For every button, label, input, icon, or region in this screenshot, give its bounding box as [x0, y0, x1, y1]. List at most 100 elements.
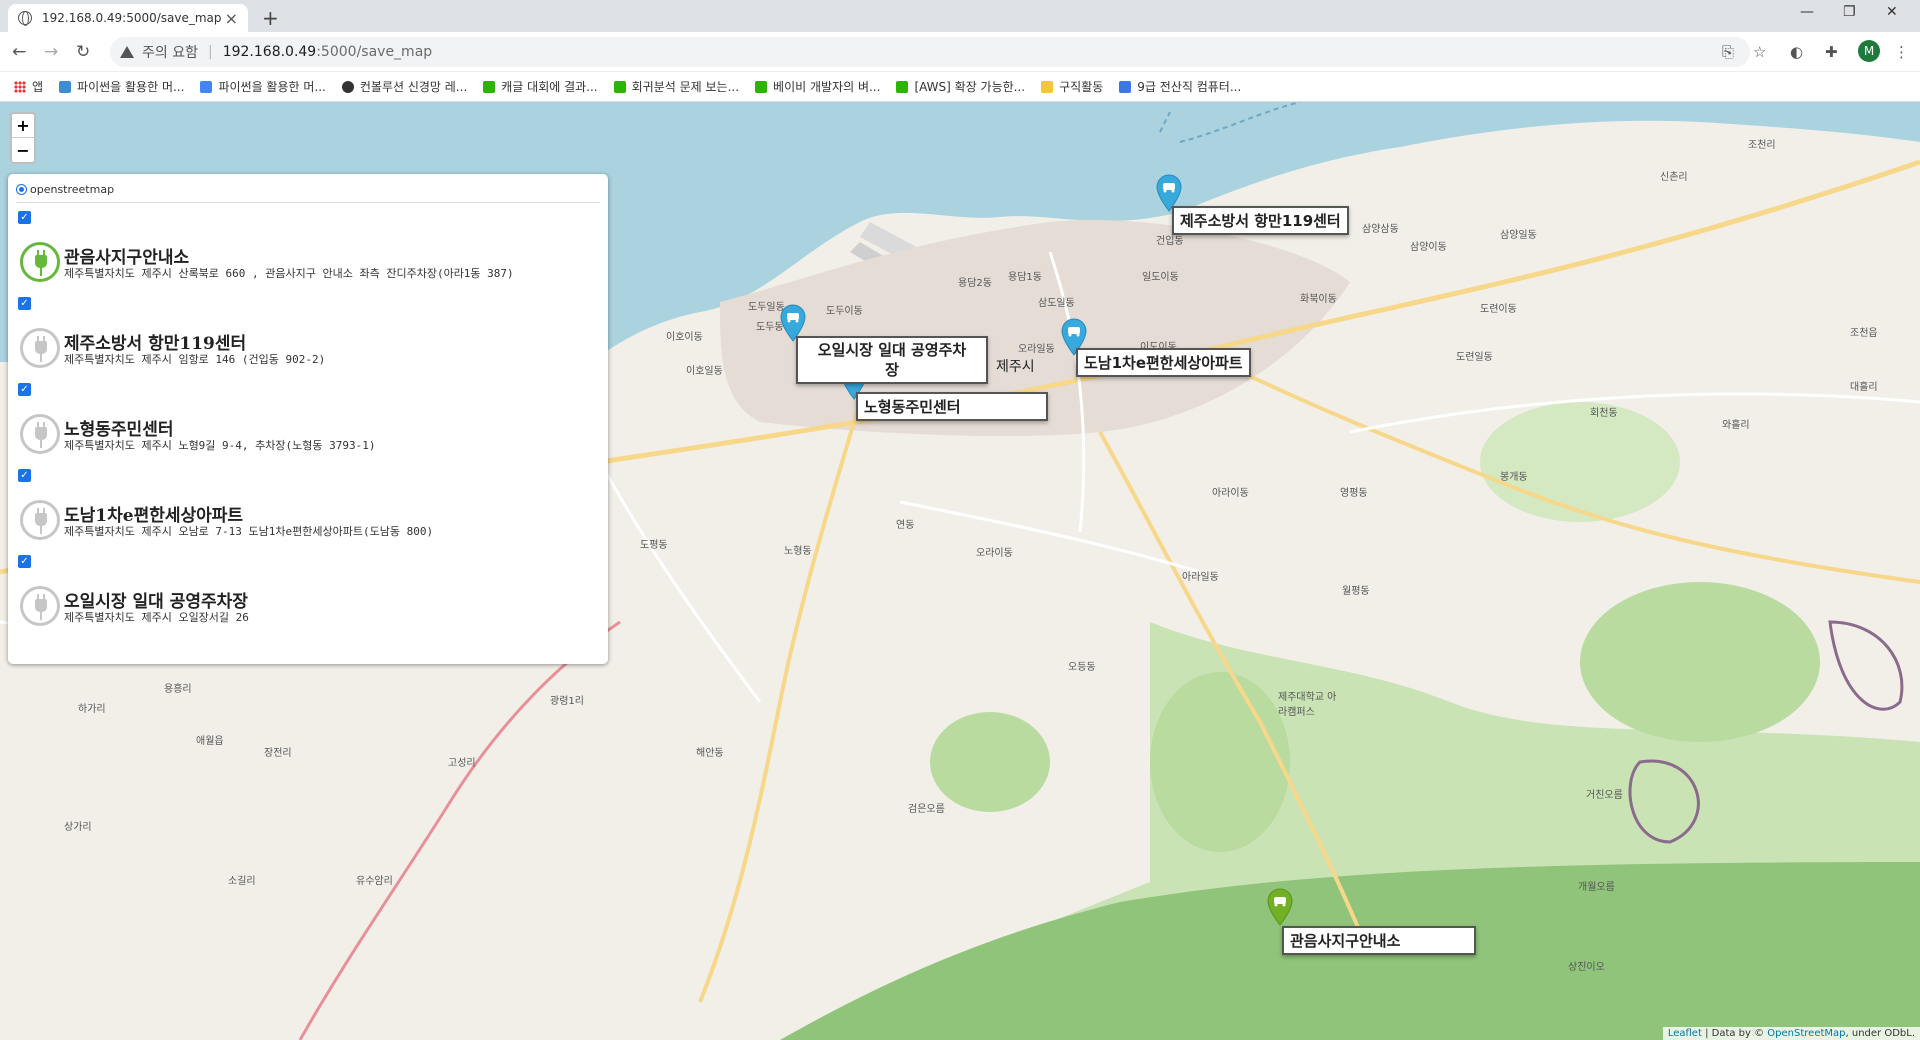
naver-blog-icon	[483, 80, 496, 93]
close-icon[interactable]: ×	[225, 9, 238, 28]
overlay-checkbox[interactable]: ✓	[18, 469, 31, 482]
bookmark-item[interactable]: 파이썬을 활용한 머...	[59, 78, 184, 95]
place-label: 이호이동	[666, 332, 703, 343]
osm-link[interactable]: OpenStreetMap	[1767, 1028, 1845, 1039]
overlay-address: 제주특별자치도 제주시 오남로 7-13 도남1차e편한세상아파트(도남동 80…	[64, 525, 434, 538]
place-label: 제주대학교 아라캠퍼스	[1278, 692, 1337, 718]
overlay-entry[interactable]: ✓ 관음사지구안내소 제주특별자치도 제주시 산록북로 660 , 관음사지구 …	[16, 209, 600, 295]
place-label: 용흥리	[164, 684, 192, 695]
ev-plug-icon	[20, 500, 60, 540]
reload-icon[interactable]: ↻	[76, 42, 90, 62]
window-close-icon[interactable]: ✕	[1886, 4, 1898, 20]
tab-strip: 192.168.0.49:5000/save_map × + — ❐ ✕	[0, 0, 1920, 32]
bookmark-item[interactable]: 베이비 개발자의 벼...	[755, 78, 880, 95]
place-label: 조천읍	[1850, 328, 1878, 339]
place-label: 제주시	[996, 359, 1035, 375]
place-label: 삼양일동	[1500, 230, 1537, 241]
new-tab-button[interactable]: +	[262, 6, 279, 30]
place-label: 노형동	[784, 546, 812, 557]
menu-icon[interactable]: ⋮	[1894, 43, 1909, 61]
overlay-checkbox[interactable]: ✓	[18, 383, 31, 396]
separator: |	[207, 44, 213, 60]
place-label: 이호일동	[686, 366, 723, 377]
url-host: 192.168.0.49	[222, 44, 317, 60]
place-label: 회천동	[1590, 408, 1618, 419]
bookmark-apps[interactable]: 앱	[14, 78, 43, 95]
car-marker-icon[interactable]	[1266, 888, 1294, 926]
ev-plug-icon	[20, 242, 60, 282]
place-label: 도련일동	[1456, 352, 1493, 363]
place-label: 용담2동	[958, 278, 992, 289]
star-icon[interactable]: ☆	[1753, 43, 1766, 61]
folder-icon	[1041, 80, 1054, 93]
place-label: 도평동	[640, 540, 668, 551]
back-icon[interactable]: ←	[12, 42, 26, 62]
map-attribution: Leaflet | Data by © OpenStreetMap, under…	[1662, 1027, 1920, 1040]
translate-icon[interactable]: ⎘	[1722, 43, 1734, 61]
place-label: 소길리	[228, 876, 256, 887]
ev-plug-icon	[20, 328, 60, 368]
place-label: 고성리	[448, 758, 476, 769]
bookmarks-bar: 앱 파이썬을 활용한 머... 파이썬을 활용한 머... 컨볼루션 신경망 레…	[0, 72, 1920, 102]
leaflet-link[interactable]: Leaflet	[1668, 1028, 1702, 1039]
zoom-control: + −	[10, 112, 36, 164]
overlay-title: 도남1차e편한세상아파트	[64, 506, 244, 526]
place-label: 영평동	[1340, 488, 1368, 499]
marker-label: 오일시장 일대 공영주차 장	[796, 336, 988, 384]
tab-active[interactable]: 192.168.0.49:5000/save_map ×	[8, 4, 248, 32]
apps-icon	[14, 80, 26, 93]
place-label: 광령1리	[550, 696, 584, 707]
overlay-address: 제주특별자치도 제주시 노형9길 9-4, 추차장(노형동 3793-1)	[64, 439, 376, 452]
place-label: 오라일동	[1018, 344, 1055, 355]
bookmark-favicon-icon	[59, 80, 72, 93]
zoom-in-button[interactable]: +	[12, 114, 34, 138]
bookmark-item[interactable]: [AWS] 확장 가능한...	[896, 78, 1025, 95]
address-bar[interactable]: 주의 요함 | 192.168.0.49 :5000/save_map	[110, 37, 1750, 67]
bookmark-favicon-icon	[613, 80, 626, 93]
puzzle-icon[interactable]: ✚	[1825, 43, 1838, 61]
overlay-address: 제주특별자치도 제주시 임항로 146 (건입동 902-2)	[64, 353, 326, 366]
overlay-address: 제주특별자치도 제주시 산록북로 660 , 관음사지구 안내소 좌측 잔디주차…	[64, 267, 514, 280]
extension-icon[interactable]: ◐	[1790, 43, 1803, 61]
toolbar: ← → ↻ 주의 요함 | 192.168.0.49 :5000/save_ma…	[0, 32, 1920, 72]
overlay-checkbox[interactable]: ✓	[18, 555, 31, 568]
place-label: 오라이동	[976, 548, 1013, 559]
overlay-checkbox[interactable]: ✓	[18, 297, 31, 310]
place-label: 아라이동	[1212, 488, 1249, 499]
overlay-entry[interactable]: ✓ 노형동주민센터 제주특별자치도 제주시 노형9길 9-4, 추차장(노형동 …	[16, 381, 600, 467]
zoom-out-button[interactable]: −	[12, 138, 34, 162]
layer-control-panel: openstreetmap ✓ 관음사지구안내소 제주특별자치도 제주시 산록북…	[8, 174, 608, 664]
bookmark-folder[interactable]: 구직활동	[1041, 78, 1103, 95]
overlay-entry[interactable]: ✓ 도남1차e편한세상아파트 제주특별자치도 제주시 오남로 7-13 도남1차…	[16, 467, 600, 553]
place-label: 거친오름	[1586, 790, 1623, 801]
bookmark-item[interactable]: 캐글 대회에 결과...	[483, 78, 598, 95]
attribution-text: | Data by ©	[1701, 1028, 1768, 1039]
security-label[interactable]: 주의 요함	[142, 42, 198, 62]
marker-label: 도남1차e편한세상아파트	[1076, 348, 1251, 377]
bookmark-item[interactable]: 컨볼루션 신경망 레...	[341, 78, 467, 95]
minimize-icon[interactable]: —	[1800, 4, 1814, 20]
overlay-title: 오일시장 일대 공영주차장	[64, 592, 248, 612]
forward-icon[interactable]: →	[44, 42, 58, 62]
base-layer-radio[interactable]	[16, 183, 27, 195]
overlay-title: 관음사지구안내소	[64, 248, 190, 268]
avatar[interactable]: M	[1858, 40, 1880, 62]
bookmark-item[interactable]: 9급 전산직 컴퓨터...	[1119, 78, 1241, 95]
place-label: 신촌리	[1660, 172, 1688, 183]
place-label: 하가리	[78, 704, 106, 715]
ev-plug-icon	[20, 586, 60, 626]
restore-icon[interactable]: ❐	[1843, 4, 1856, 20]
bookmark-item[interactable]: 파이썬을 활용한 머...	[200, 78, 326, 95]
map-container[interactable]: 삼양삼동 삼양이동 삼양일동 조천리 신촌리 도련이동 도련일동 조천읍 대흘리…	[0, 102, 1920, 1040]
overlay-entry[interactable]: ✓ 오일시장 일대 공영주차장 제주특별자치도 제주시 오일장서길 26	[16, 553, 600, 639]
naver-blog-icon	[755, 80, 768, 93]
url-path: :5000/save_map	[316, 44, 433, 60]
place-label: 유수암리	[356, 876, 393, 887]
place-label: 도련이동	[1480, 304, 1517, 315]
naver-blog-icon	[896, 80, 909, 93]
overlay-entry[interactable]: ✓ 제주소방서 항만119센터 제주특별자치도 제주시 임항로 146 (건입동…	[16, 295, 600, 381]
place-label: 개월오름	[1578, 882, 1615, 893]
bookmark-item[interactable]: 회귀분석 문제 보는...	[613, 78, 739, 95]
overlay-checkbox[interactable]: ✓	[18, 211, 31, 224]
base-layer-option[interactable]: openstreetmap	[16, 180, 600, 198]
